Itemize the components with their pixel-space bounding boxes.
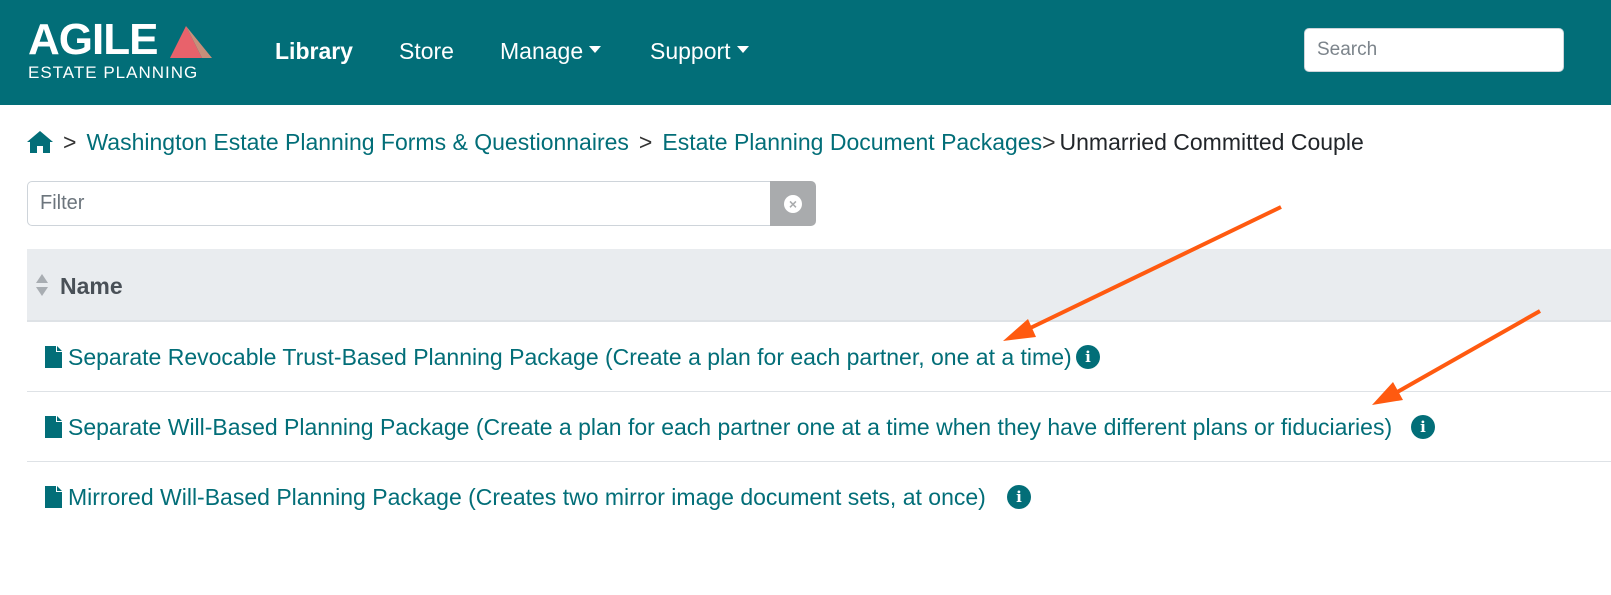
info-icon[interactable]: i <box>1411 414 1435 439</box>
packages-table: Name Separate Revocable Trust-Based Plan… <box>27 249 1611 532</box>
breadcrumb-separator: > <box>63 129 77 155</box>
search-input[interactable] <box>1304 28 1564 72</box>
nav-support-label: Support <box>650 38 731 64</box>
top-navbar: AGILE ESTATE PLANNING Library Store Mana… <box>0 0 1611 105</box>
chevron-down-icon <box>736 46 749 54</box>
logo-subtitle: ESTATE PLANNING <box>28 63 199 82</box>
breadcrumb-separator: > <box>638 129 653 155</box>
logo-text: AGILE <box>28 15 158 64</box>
file-icon <box>45 486 62 508</box>
table-row: Separate Will-Based Planning Package (Cr… <box>27 392 1611 462</box>
breadcrumb-current: Unmarried Committed Couple <box>1059 129 1364 155</box>
home-icon[interactable] <box>27 130 53 154</box>
filter-group: × <box>27 181 816 226</box>
table-row: Mirrored Will-Based Planning Package (Cr… <box>27 462 1611 532</box>
sort-icon[interactable] <box>35 273 49 297</box>
filter-input[interactable] <box>27 181 771 226</box>
table-header: Name <box>27 249 1611 322</box>
info-icon[interactable]: i <box>1076 344 1100 369</box>
clear-icon: × <box>784 194 802 213</box>
info-icon[interactable]: i <box>1007 485 1031 509</box>
agile-estate-planning-logo[interactable]: AGILE ESTATE PLANNING <box>28 18 218 82</box>
package-link-mirrored-will[interactable]: Mirrored Will-Based Planning Package (Cr… <box>68 482 986 512</box>
table-row: Separate Revocable Trust-Based Planning … <box>27 322 1611 392</box>
file-icon <box>45 415 62 438</box>
nav-store[interactable]: Store <box>399 36 454 66</box>
nav-library[interactable]: Library <box>275 36 353 66</box>
column-header-name[interactable]: Name <box>60 271 123 301</box>
package-link-revocable-trust[interactable]: Separate Revocable Trust-Based Planning … <box>68 342 1072 372</box>
logo-sail-icon <box>170 26 212 58</box>
breadcrumb-link-document-packages[interactable]: Estate Planning Document Packages <box>662 127 1042 157</box>
filter-clear-button[interactable]: × <box>770 181 816 226</box>
nav-support[interactable]: Support <box>650 36 749 66</box>
breadcrumb-link-washington-forms[interactable]: Washington Estate Planning Forms & Quest… <box>86 127 628 157</box>
nav-manage[interactable]: Manage <box>500 36 602 66</box>
nav-manage-label: Manage <box>500 38 584 64</box>
breadcrumb-separator: > <box>1042 129 1056 155</box>
file-icon <box>45 345 62 368</box>
package-link-separate-will[interactable]: Separate Will-Based Planning Package (Cr… <box>68 412 1392 442</box>
breadcrumb: > Washington Estate Planning Forms & Que… <box>27 127 1364 157</box>
chevron-down-icon <box>589 46 602 54</box>
